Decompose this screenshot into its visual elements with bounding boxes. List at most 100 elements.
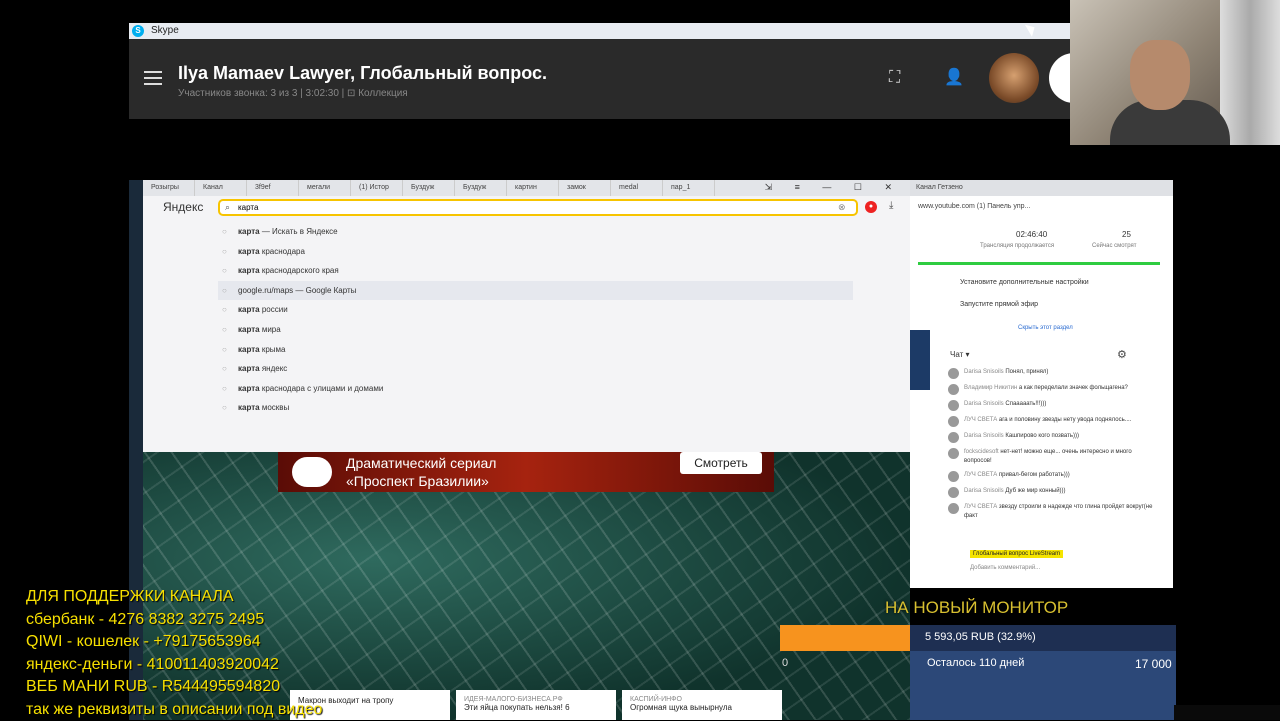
chat-text: ага и половину звезды нету увода подняло… <box>999 417 1131 423</box>
chat-author: fockscidesoft <box>964 449 999 455</box>
suggestion-item[interactable]: карта россии <box>218 300 853 320</box>
browser-tab[interactable]: Канал <box>195 180 247 196</box>
suggestion-item[interactable]: карта — Искать в Яндексе <box>218 222 853 242</box>
chat-message: ЛУЧ СВЕТА привал-бегом работать))) <box>948 471 1154 482</box>
goal-amount: 5 593,05 RUB (32.9%) <box>925 631 1036 643</box>
suggestion-item[interactable]: карта москвы <box>218 398 853 418</box>
suggestion-item[interactable]: карта краснодара с улицами и домами <box>218 379 853 399</box>
menu-icon[interactable] <box>144 71 162 85</box>
call-header: Ilya Mamaev Lawyer, Глобальный вопрос. У… <box>129 39 1070 119</box>
avatar <box>948 400 959 411</box>
ad-banner[interactable]: Драматический сериал «Проспект Бразилии»… <box>278 452 774 492</box>
chat-text: Понял, принял) <box>1005 369 1048 375</box>
suggestion-item[interactable]: google.ru/maps — Google Карты <box>218 281 853 301</box>
address-bar[interactable]: www.youtube.com (1) Панель упр... <box>918 200 1158 214</box>
stream-time: 02:46:40 <box>1016 230 1047 239</box>
option-item[interactable]: Запустите прямой эфир <box>910 294 1173 316</box>
stream-options: Установите дополнительные настройки Запу… <box>910 272 1173 316</box>
download-icon[interactable]: ⤓ <box>889 200 893 211</box>
suggestion-item[interactable]: карта крыма <box>218 340 853 360</box>
browser-tab[interactable]: Буздуж <box>403 180 455 196</box>
suggestion-rest: россии <box>260 305 288 314</box>
add-person-icon[interactable]: 👤 <box>944 67 966 87</box>
browser-tab[interactable]: medal <box>611 180 663 196</box>
suggestion-item[interactable]: карта краснодарского края <box>218 261 853 281</box>
tab-bar[interactable]: Канал Гетзено <box>910 180 1173 196</box>
gear-icon[interactable]: ⚙ <box>1117 348 1127 361</box>
news-strip: Макрон выходит на тропу ИДЕЯ-МАЛОГО-БИЗН… <box>290 690 782 720</box>
chat-author: ЛУЧ СВЕТА <box>964 472 997 478</box>
chat-author: Darisa Snisoils <box>964 433 1004 439</box>
search-icon: ⌕ <box>225 201 230 214</box>
news-card[interactable]: КАСПИЙ-ИНФООгромная щука вынырнула <box>622 690 782 720</box>
chat-input[interactable]: Добавить комментарий... <box>970 565 1040 571</box>
chat-text: Спааааать!!!))) <box>1005 401 1046 407</box>
avatar <box>948 471 959 482</box>
hide-section-link[interactable]: Скрыть этот раздел <box>1018 325 1073 331</box>
chat-message: ЛУЧ СВЕТА звезду строили в надежде что г… <box>948 503 1154 521</box>
window-controls[interactable]: ⇲ ≡ — ☐ ✕ <box>765 182 902 193</box>
avatar <box>948 487 959 498</box>
skype-logo-icon: S <box>132 25 144 37</box>
support-line: QIWI - кошелек - +79175653964 <box>26 631 322 654</box>
goal-start: 0 <box>782 657 788 669</box>
suggestion-rest: мира <box>260 325 281 334</box>
news-source: КАСПИЙ-ИНФО <box>630 696 774 703</box>
chat-message: Darisa Snisoils Дуб же мир конный))) <box>948 487 1154 498</box>
suggestion-query: карта <box>238 403 260 412</box>
yandex-logo[interactable]: Яндекс <box>163 200 203 214</box>
layout-switch-icon[interactable]: ⛶ <box>889 69 911 87</box>
browser-tab[interactable]: картин <box>507 180 559 196</box>
window-title: Skype <box>151 25 179 36</box>
suggestion-query: карта <box>238 305 260 314</box>
watch-button[interactable]: Смотреть <box>680 452 762 474</box>
browser-tab[interactable]: мегали <box>299 180 351 196</box>
chat-author: Darisa Snisoils <box>964 369 1004 375</box>
news-card[interactable]: ИДЕЯ-МАЛОГО-БИЗНЕСА.РФЭти яйца покупать … <box>456 690 616 720</box>
browser-tab[interactable]: Буздуж <box>455 180 507 196</box>
browser-tab[interactable]: (1) Истор <box>351 180 403 196</box>
viewer-count: 25 <box>1122 230 1131 239</box>
avatar <box>948 503 959 514</box>
extension-icon[interactable]: ● <box>865 201 877 213</box>
support-line: яндекс-деньги - 410011403920042 <box>26 654 322 677</box>
goal-title: НА НОВЫЙ МОНИТОР <box>885 598 1068 618</box>
browser-tab[interactable]: Розыгры <box>143 180 195 196</box>
news-source: ИДЕЯ-МАЛОГО-БИЗНЕСА.РФ <box>464 696 608 703</box>
support-line: сбербанк - 4276 8382 3275 2495 <box>26 609 322 632</box>
chat-message: ЛУЧ СВЕТА ага и половину звезды нету уво… <box>948 416 1154 427</box>
chat-author: ЛУЧ СВЕТА <box>964 504 997 510</box>
bottom-bar <box>1174 705 1280 720</box>
avatar <box>948 416 959 427</box>
avatar <box>948 368 959 379</box>
support-line: так же реквизиты в описании под видео <box>26 699 322 721</box>
suggestion-rest: краснодарского края <box>260 266 339 275</box>
suggestion-item[interactable]: карта мира <box>218 320 853 340</box>
chat-dropdown[interactable]: Чат ▾ <box>950 350 970 359</box>
suggestion-query: карта <box>238 384 260 393</box>
person-head <box>1130 40 1190 110</box>
call-title: Ilya Mamaev Lawyer, Глобальный вопрос. <box>178 63 547 84</box>
browser-tab[interactable]: пар_1 <box>663 180 715 196</box>
webcam-overlay <box>1070 0 1280 145</box>
option-item[interactable]: Установите дополнительные настройки <box>910 272 1173 294</box>
browser-tab[interactable]: замок <box>559 180 611 196</box>
suggestion-rest: — Искать в Яндексе <box>260 227 338 236</box>
chat-text: привал-бегом работать))) <box>999 472 1070 478</box>
tab-bar: Розыгры Канал 3f9ef мегали (1) Истор Буз… <box>143 180 910 196</box>
goal-bar-fill <box>780 625 910 651</box>
suggestion-item[interactable]: карта краснодара <box>218 242 853 262</box>
search-input[interactable]: ⌕ карта <box>218 199 858 216</box>
avatar[interactable] <box>989 53 1039 103</box>
clear-icon[interactable]: ⊗ <box>838 202 846 213</box>
chat-author: Darisa Snisoils <box>964 401 1004 407</box>
curtain <box>1220 0 1280 145</box>
suggestion-query: карта <box>238 247 260 256</box>
support-heading: ДЛЯ ПОДДЕРЖКИ КАНАЛА <box>26 586 322 609</box>
yandex-browser: Розыгры Канал 3f9ef мегали (1) Истор Буз… <box>143 180 910 452</box>
suggestion-item[interactable]: карта яндекс <box>218 359 853 379</box>
browser-tab[interactable]: 3f9ef <box>247 180 299 196</box>
chat-message: Darisa Snisoils Кашпирово кого позвать))… <box>948 432 1154 443</box>
chat-text: Кашпирово кого позвать))) <box>1005 433 1079 439</box>
skype-titlebar: S Skype <box>129 23 1070 39</box>
